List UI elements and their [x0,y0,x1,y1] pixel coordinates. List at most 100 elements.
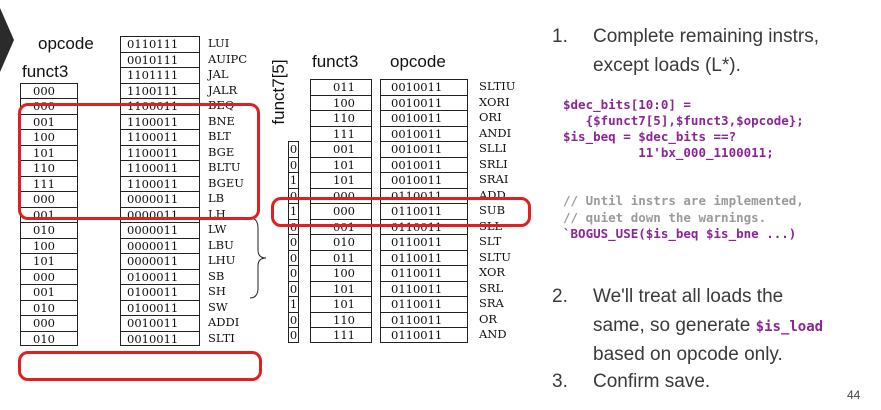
code-line-4: 11'bx_000_1100011; [563,145,774,160]
left-opcode-cell: 0000011 [120,222,200,238]
right-opcode-cell: 0010011 [380,172,468,188]
right-funct7-cell [288,95,299,111]
funct7-header-label: funct7[5] [269,59,288,125]
step-2-line-2-text: same, so generate [593,315,756,336]
add-highlight-box [271,197,531,227]
left-funct3-cell [20,52,78,68]
left-opcode-cell: 0100011 [120,268,200,284]
right-funct7-cell: 0 [288,249,299,265]
left-name-cell: JALR [208,82,238,97]
right-funct7-cell: 0 [288,311,299,327]
right-opcode-cell: 0010011 [380,156,468,172]
right-name-cell: SRA [479,296,504,310]
right-funct7-cell: 0 [288,265,299,281]
step-2-number: 2. [552,286,568,307]
right-funct7-cell [288,126,299,142]
left-funct3-cell: 010 [20,330,78,346]
left-opcode-cell: 0110111 [120,36,200,52]
opcode-header-right: opcode [390,52,446,71]
left-funct3-cell: 000 [20,268,78,284]
step-3-line-1: Confirm save. [593,371,711,392]
step-1-line-2: except loads (L*). [593,55,741,76]
step-3-number: 3. [552,371,568,392]
comment-line-1: // Until instrs are implemented, [563,193,804,208]
right-name-cell: OR [479,311,498,326]
left-funct3-cell: 100 [20,237,78,253]
left-name-cell: LUI [208,36,230,50]
right-funct3-cell: 001 [310,141,372,157]
right-name-cell: SLTIU [479,79,516,93]
right-funct3-cell: 101 [310,280,372,296]
right-opcode-cell: 0110011 [380,280,468,296]
right-funct7-cell [288,110,299,126]
left-funct3-cell: 010 [20,299,78,315]
left-name-cell: ADDI [208,315,240,329]
chevron-decoration-icon [0,8,14,72]
right-funct3-cell: 010 [310,234,372,250]
right-funct3-cell: 011 [310,249,372,265]
right-name-cell: SRAI [479,172,509,186]
left-funct3-cell: 001 [20,284,78,300]
left-opcode-cell: 0010011 [120,330,200,346]
right-funct7-cell [288,79,299,95]
right-opcode-cell: 0110011 [380,234,468,250]
funct3-header-right: funct3 [312,52,359,71]
right-name-cell: SRLI [479,156,508,171]
left-opcode-cell: 1101111 [120,67,200,83]
right-funct3-cell: 101 [310,296,372,312]
right-funct7-cell: 1 [288,172,299,188]
right-opcode-cell: 0110011 [380,296,468,312]
left-funct3-cell: 101 [20,253,78,269]
step-2-line-3: based on opcode only. [593,344,783,365]
right-funct3-cell: 111 [310,125,372,141]
left-funct3-cell [20,36,78,52]
right-funct3-cell: 110 [310,311,372,327]
right-opcode-cell: 0110011 [380,311,468,327]
step-2-line-1: We'll treat all loads the [593,286,784,307]
right-name-cell: ORI [479,110,502,124]
code-line-1: $dec_bits[10:0] = [563,97,691,112]
left-opcode-cell: 0010011 [120,315,200,331]
page-number: 44 [847,388,861,402]
step-1-number: 1. [552,26,568,47]
right-opcode-cell: 0110011 [380,327,468,343]
left-funct3-cell: 000 [20,315,78,331]
branch-highlight-box [18,103,260,220]
left-name-cell: SW [208,299,228,314]
right-funct3-cell: 100 [310,265,372,281]
right-funct7-cell: 0 [288,156,299,172]
right-name-cell: SLLI [479,141,507,155]
right-opcode-cell: 0010011 [380,94,468,110]
right-opcode-cell: 0010011 [380,79,468,95]
right-funct7-cell: 0 [288,234,299,250]
right-funct3-cell: 101 [310,156,372,172]
right-funct3-cell: 100 [310,94,372,110]
right-name-cell: SLT [479,234,502,248]
right-funct7-cell: 1 [288,296,299,312]
left-opcode-cell: 1100111 [120,82,200,98]
is-load-code: $is_load [755,319,824,335]
right-name-cell: ANDI [479,125,512,140]
left-opcode-cell: 0100011 [120,284,200,300]
left-name-cell: JAL [208,67,229,81]
left-opcode-cell: 0100011 [120,299,200,315]
right-funct3-cell: 110 [310,110,372,126]
right-opcode-cell: 0010011 [380,125,468,141]
right-opcode-cell: 0010011 [380,141,468,157]
right-funct7-cell: 0 [288,327,299,343]
left-name-cell: AUIPC [208,51,248,66]
right-funct3-cell: 101 [310,172,372,188]
left-funct3-cell: 000 [20,82,78,98]
step-2-line-2: same, so generate $is_load [593,311,823,342]
right-opcode-cell: 0110011 [380,249,468,265]
left-name-cell: SLTI [208,330,235,345]
left-opcode-cell: 0000011 [120,253,200,269]
right-name-cell: SLTU [479,249,511,264]
right-name-cell: XORI [479,94,510,109]
right-funct3-cell: 111 [310,327,372,343]
left-funct3-cell [20,67,78,83]
right-funct7-cell: 0 [288,141,299,157]
step-1-line-1: Complete remaining instrs, [593,26,819,47]
right-name-cell: XOR [479,265,506,279]
right-opcode-cell: 0110011 [380,265,468,281]
